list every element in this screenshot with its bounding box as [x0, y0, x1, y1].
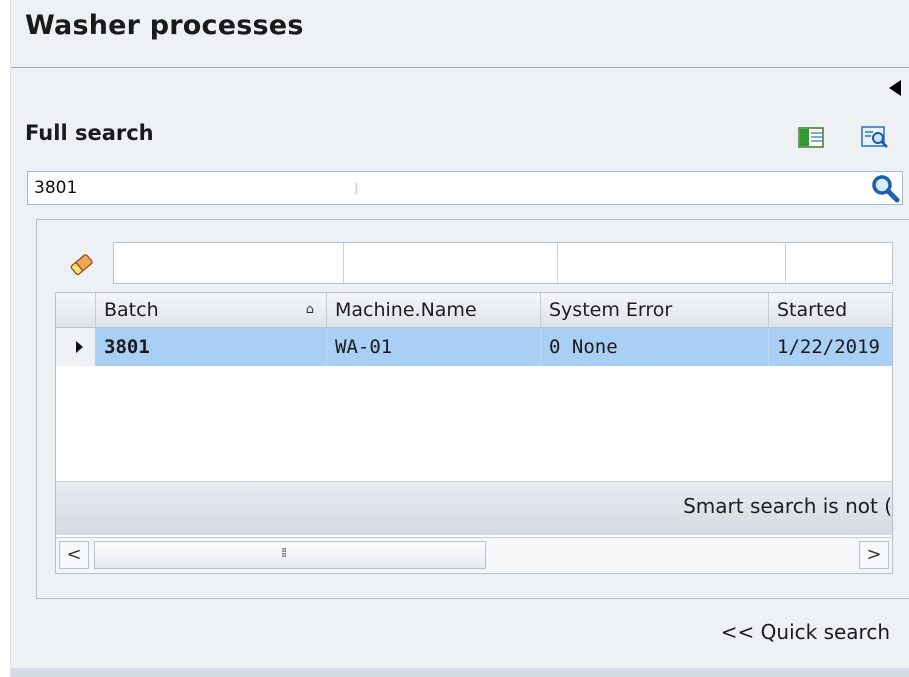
filter-machine-name[interactable] [344, 243, 558, 283]
search-input[interactable] [30, 174, 860, 202]
bottom-edge [11, 668, 909, 677]
text-cursor-icon: I [354, 179, 359, 198]
row-selector[interactable] [56, 328, 96, 366]
scroll-right-button[interactable]: > [859, 541, 889, 569]
header-started[interactable]: Started [769, 293, 892, 327]
full-search-box: I [27, 171, 903, 205]
filter-batch[interactable] [114, 243, 344, 283]
header-machine-name-label: Machine.Name [335, 299, 477, 321]
cell-machine-name: WA-01 [327, 328, 541, 366]
title-divider [11, 67, 909, 68]
grid-footer: Smart search is not ( [56, 481, 892, 535]
results-frame: Batch ⌂ Machine.Name System Error Starte… [36, 219, 909, 599]
search-button[interactable] [870, 173, 900, 203]
grid-header: Batch ⌂ Machine.Name System Error Starte… [56, 293, 892, 328]
section-title: Full search [25, 121, 154, 145]
results-grid: Batch ⌂ Machine.Name System Error Starte… [55, 292, 893, 574]
header-started-label: Started [777, 299, 848, 321]
grip-icon: ⁞⁞ [281, 546, 287, 561]
header-batch[interactable]: Batch ⌂ [96, 293, 327, 327]
header-batch-label: Batch [104, 299, 159, 321]
horizontal-scrollbar[interactable]: < ⁞⁞ > [56, 537, 892, 573]
cell-batch: 3801 [96, 328, 327, 366]
header-system-error[interactable]: System Error [541, 293, 769, 327]
header-system-error-label: System Error [549, 299, 673, 321]
column-chooser-icon[interactable] [798, 124, 824, 150]
scroll-thumb[interactable]: ⁞⁞ [94, 541, 486, 569]
find-document-icon[interactable] [861, 124, 888, 150]
eraser-icon[interactable] [67, 250, 97, 280]
cell-started: 1/22/2019 [777, 336, 880, 358]
filter-row [113, 242, 893, 284]
quick-search-link[interactable]: << Quick search [721, 620, 890, 644]
page-title: Washer processes [25, 10, 304, 41]
washer-processes-panel: Washer processes Full search I [10, 0, 909, 677]
current-row-icon [76, 341, 83, 353]
cell-system-error: 0 None [541, 328, 769, 366]
filter-started[interactable] [786, 243, 892, 283]
smart-search-status: Smart search is not ( [683, 494, 892, 518]
collapse-panel-icon[interactable] [889, 80, 901, 96]
magnifier-icon [872, 175, 900, 203]
filter-system-error[interactable] [558, 243, 786, 283]
table-row[interactable]: 3801 WA-01 0 None 1/22/2019 [56, 328, 892, 366]
header-machine-name[interactable]: Machine.Name [327, 293, 541, 327]
scroll-left-button[interactable]: < [59, 541, 89, 569]
sort-ascending-icon: ⌂ [305, 302, 314, 317]
header-row-selector [56, 293, 96, 327]
